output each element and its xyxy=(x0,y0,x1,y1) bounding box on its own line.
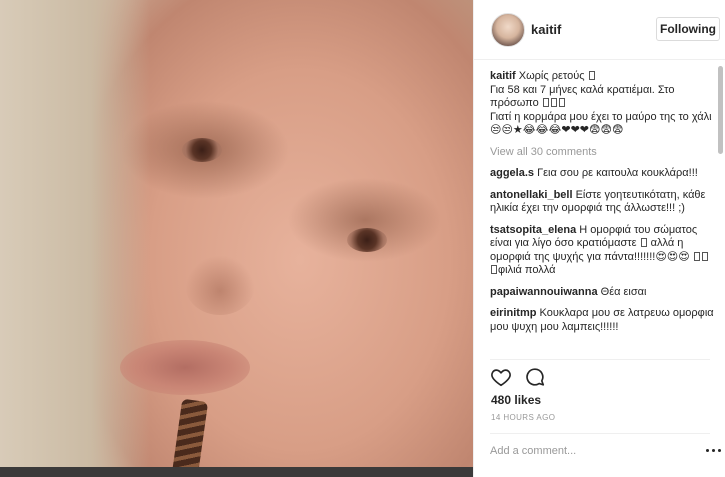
missing-glyph-icon xyxy=(491,265,497,274)
photo-hair-region xyxy=(0,0,150,477)
comment-item: aggela.s Γεια σου ρε καιτουλα κουκλάρα!!… xyxy=(490,167,714,181)
comment-username[interactable]: eirinitmp xyxy=(490,307,536,319)
comment-item: tsatsopita_elena Η ομορφιά του σώματος ε… xyxy=(490,224,714,278)
missing-glyph-icon xyxy=(640,238,647,247)
comments-list: kaitif Χωρίς ρετούς Για 58 και 7 μήνες κ… xyxy=(490,70,714,358)
comment-username[interactable]: antonellaki_bell xyxy=(490,189,573,201)
add-comment-input[interactable] xyxy=(490,440,690,462)
heart-icon[interactable] xyxy=(490,366,512,388)
photo-nose xyxy=(185,255,255,315)
comments-scroll-thumb[interactable] xyxy=(718,66,723,154)
post-caption: kaitif Χωρίς ρετούς Για 58 και 7 μήνες κ… xyxy=(490,70,714,138)
missing-glyph-icon xyxy=(542,98,549,107)
post-header: kaitif Following xyxy=(474,0,725,60)
comment-text-end: φιλιά πολλά xyxy=(498,264,556,276)
photo-lips xyxy=(120,340,250,395)
missing-glyph-icon xyxy=(701,251,708,261)
missing-glyph-icon xyxy=(558,98,565,107)
comment-item: eirinitmp Κουκλαρα μου σε λατρευω ομορφι… xyxy=(490,307,714,334)
photo-bottom-edge xyxy=(0,467,473,477)
missing-glyph-icon xyxy=(550,98,557,107)
caption-line-1: Χωρίς ρετούς xyxy=(518,70,585,82)
comment-item: papaiwannouiwanna Θέα εισαι xyxy=(490,286,714,300)
caption-username[interactable]: kaitif xyxy=(490,70,516,82)
avatar[interactable] xyxy=(491,13,525,47)
comment-divider xyxy=(490,433,710,434)
photo-left-eye xyxy=(182,138,222,162)
comment-username[interactable]: aggela.s xyxy=(490,167,534,179)
comment-text: Θέα εισαι xyxy=(600,285,647,298)
post-timestamp: 14 HOURS AGO xyxy=(491,413,556,422)
comment-username[interactable]: papaiwannouiwanna xyxy=(490,286,598,298)
photo-straw xyxy=(169,398,209,477)
comments-scrollbar[interactable] xyxy=(718,66,723,356)
comment-text: Γεια σου ρε καιτουλα κουκλάρα!!! xyxy=(537,167,698,179)
ellipsis-icon[interactable] xyxy=(706,444,722,458)
following-button[interactable]: Following xyxy=(656,17,720,41)
post-side-panel: kaitif Following kaitif Χωρίς ρετούς Για… xyxy=(473,0,725,477)
caption-line-3: Γιατί η κορμάρα μου έχει το μαύρο της το… xyxy=(490,110,712,137)
likes-count[interactable]: 480 likes xyxy=(491,393,541,407)
view-all-comments-link[interactable]: View all 30 comments xyxy=(490,146,714,160)
caption-line-2: Για 58 και 7 μήνες καλά κρατιέμαι. Στο π… xyxy=(490,83,675,110)
comment-item: antonellaki_bell Είστε γοητευτικότατη, κ… xyxy=(490,189,714,216)
missing-glyph-icon xyxy=(588,71,595,80)
actions-divider xyxy=(490,359,710,360)
missing-glyph-icon xyxy=(693,251,700,261)
photo-right-eye xyxy=(347,228,387,252)
speech-bubble-icon[interactable] xyxy=(524,366,546,388)
post-username[interactable]: kaitif xyxy=(531,22,561,37)
comment-username[interactable]: tsatsopita_elena xyxy=(490,224,576,236)
post-photo xyxy=(0,0,473,477)
